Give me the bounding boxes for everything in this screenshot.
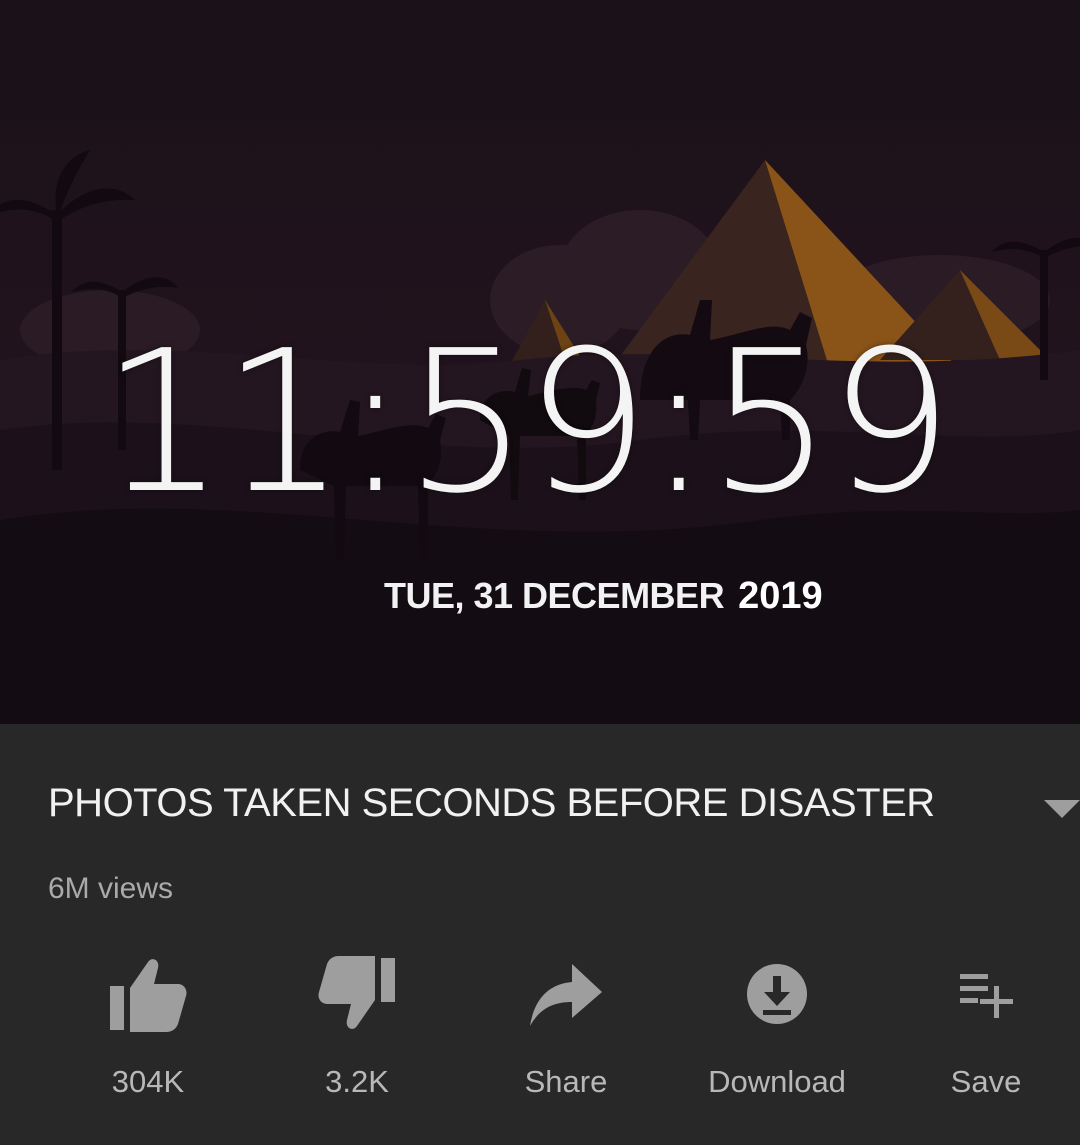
download-button[interactable]: Download [687, 954, 867, 1114]
video-title[interactable]: PHOTOS TAKEN SECONDS BEFORE DISASTER [48, 778, 948, 828]
share-arrow-icon [526, 954, 606, 1034]
share-label: Share [524, 1064, 608, 1099]
video-info-panel: PHOTOS TAKEN SECONDS BEFORE DISASTER 6M … [0, 724, 1080, 1145]
dislike-button[interactable]: 3.2K [267, 954, 447, 1114]
like-count: 304K [111, 1064, 185, 1099]
playlist-add-icon [946, 954, 1026, 1034]
dislike-count: 3.2K [325, 1064, 389, 1099]
download-icon [737, 954, 817, 1034]
screenshot-frame: 11:59:59 TUE, 31 DECEMBER 2019 PHOTOS TAK… [0, 0, 1080, 1145]
like-button[interactable]: 304K [58, 954, 238, 1114]
video-player[interactable]: 11:59:59 TUE, 31 DECEMBER 2019 [0, 0, 1080, 724]
save-label: Save [950, 1064, 1022, 1099]
action-bar: 304K 3.2K Share Download Save [0, 954, 1080, 1124]
save-button[interactable]: Save [896, 954, 1076, 1114]
thumbs-down-icon [317, 954, 397, 1034]
caret-down-icon[interactable] [1044, 796, 1080, 820]
thumbs-up-icon [108, 954, 188, 1034]
clock-year: 2019 [738, 575, 823, 617]
download-label: Download [708, 1064, 846, 1099]
share-button[interactable]: Share [476, 954, 656, 1114]
clock-date: TUE, 31 DECEMBER 2019 [384, 572, 823, 620]
clock-time: 11:59:59 [100, 309, 953, 537]
view-count: 6M views [48, 872, 174, 905]
clock-day-date: TUE, 31 DECEMBER [384, 575, 725, 616]
